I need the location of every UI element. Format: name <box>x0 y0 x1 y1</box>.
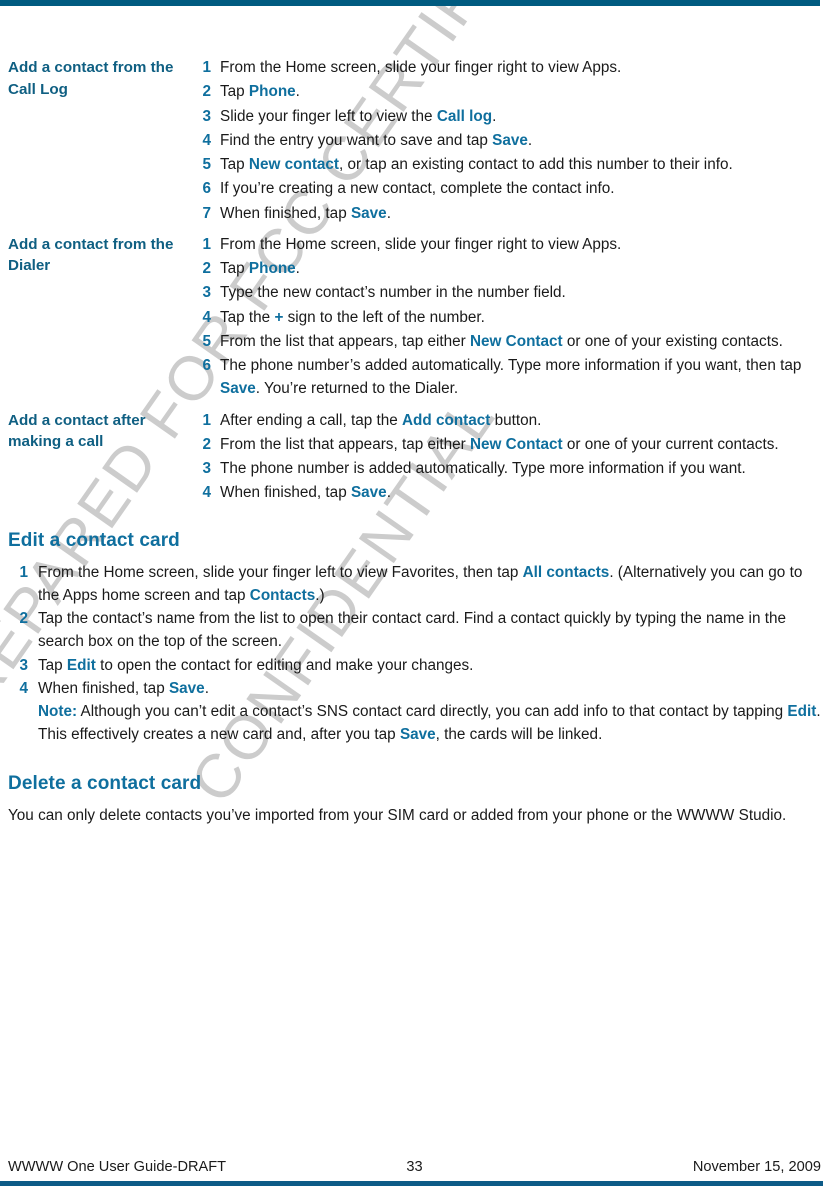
step-item: 5 Tap New contact, or tap an existing con… <box>194 153 823 176</box>
step-number: 1 <box>202 59 211 76</box>
section-paragraph: You can only delete contacts you’ve impo… <box>8 806 787 824</box>
section-edit-a-contact-card: Edit a contact card 1 From the Home scree… <box>8 530 823 747</box>
step-text: Find the entry you want to save and tap … <box>220 131 533 149</box>
step-item: 5 From the list that appears, tap either … <box>194 330 823 353</box>
step-number: 6 <box>202 357 211 374</box>
step-number: 4 <box>19 679 28 697</box>
step-item: 1 From the Home screen, slide your finger… <box>194 56 823 79</box>
page-top-rule <box>0 0 820 6</box>
procedure-blocks: Add a contact from the Call Log 1 From the… <box>8 56 823 506</box>
page-content: Add a contact from the Call Log 1 From the… <box>8 56 823 827</box>
step-list: 1 From the Home screen, slide your finger… <box>194 233 823 401</box>
procedure-block-label: Add a contact after making a call <box>8 411 146 451</box>
step-text: Tap the contact’s name from the list to … <box>38 610 786 651</box>
step-item: 7 When finished, tap Save. <box>194 202 823 225</box>
step-item: 4 When finished, tap Save. Note: Although … <box>8 677 823 747</box>
step-text: From the Home screen, slide your finger … <box>220 59 622 76</box>
page-body: Add a contact from the Call Log 1 From the… <box>0 0 829 1189</box>
step-text: Tap Phone. <box>220 83 300 101</box>
step-list: 1 From the Home screen, slide your finger… <box>194 56 823 225</box>
procedure-block-steps: 1 After ending a call, tap the Add contac… <box>190 409 823 506</box>
step-item: 2 Tap Phone. <box>194 257 823 280</box>
procedure-block-label: Add a contact from the Call Log <box>8 59 174 98</box>
step-number: 2 <box>202 83 211 101</box>
step-number: 4 <box>202 308 211 326</box>
step-number: 2 <box>19 610 28 627</box>
step-text: The phone number’s added automatically. … <box>220 357 802 398</box>
procedure-block: Add a contact from the Dialer 1 From the H… <box>8 233 823 402</box>
step-text: When finished, tap Save. <box>220 204 391 222</box>
step-number: 6 <box>202 180 211 198</box>
step-item: 1 After ending a call, tap the Add contac… <box>194 409 823 432</box>
section-steps: 1 From the Home screen, slide your finger… <box>8 561 823 747</box>
footer-page-number: 33 <box>406 1159 423 1175</box>
step-text: Tap Edit to open the contact for editing… <box>38 656 474 674</box>
step-number: 3 <box>202 107 211 125</box>
step-item: 4 Tap the + sign to the left of the numbe… <box>194 306 823 329</box>
step-item: 6 If you’re creating a new contact, compl… <box>194 177 823 200</box>
procedure-block-label: Add a contact from the Dialer <box>8 235 174 275</box>
procedure-block: Add a contact from the Call Log 1 From the… <box>8 56 823 226</box>
step-text: When finished, tap Save. Note: Although y… <box>38 679 821 744</box>
step-number: 2 <box>202 260 211 277</box>
step-number: 7 <box>202 204 211 222</box>
step-text: From the Home screen, slide your finger … <box>220 235 622 253</box>
procedure-block-steps: 1 From the Home screen, slide your finger… <box>190 233 823 402</box>
step-number: 1 <box>202 235 211 253</box>
step-item: 3 Tap Edit to open the contact for editin… <box>8 654 823 677</box>
step-text: From the Home screen, slide your finger … <box>38 563 803 604</box>
step-text: When finished, tap Save. <box>220 484 391 502</box>
step-item: 3 The phone number is added automatically… <box>194 457 823 480</box>
section-delete-a-contact-card: Delete a contact card You can only delet… <box>8 773 823 827</box>
step-text: If you’re creating a new contact, comple… <box>220 180 615 198</box>
step-number: 3 <box>19 656 28 674</box>
step-item: 2 From the list that appears, tap either … <box>194 433 823 456</box>
step-item: 4 When finished, tap Save. <box>194 481 823 504</box>
step-item: 2 Tap Phone. <box>194 80 823 103</box>
step-text: Tap New contact, or tap an existing cont… <box>220 156 733 173</box>
step-item: 3 Type the new contact’s number in the nu… <box>194 281 823 304</box>
section-heading: Edit a contact card <box>8 529 180 551</box>
step-text: Type the new contact’s number in the num… <box>220 284 566 302</box>
step-number: 2 <box>202 435 211 453</box>
page-bottom-rule <box>0 1181 823 1186</box>
procedure-block-steps: 1 From the Home screen, slide your finger… <box>190 56 823 226</box>
step-number: 4 <box>202 131 211 149</box>
step-item: 6 The phone number’s added automatically.… <box>194 354 823 401</box>
step-text: Tap Phone. <box>220 260 300 277</box>
step-list: 1 After ending a call, tap the Add contac… <box>194 409 823 505</box>
step-text: From the list that appears, tap either N… <box>220 332 783 350</box>
page-footer: WWWW One User Guide-DRAFT 33 November 15… <box>8 1159 821 1175</box>
step-text: Tap the + sign to the left of the number… <box>220 308 485 326</box>
step-number: 3 <box>202 460 211 477</box>
step-item: 1 From the Home screen, slide your finger… <box>8 561 823 608</box>
procedure-block: Add a contact after making a call 1 After … <box>8 409 823 506</box>
step-number: 1 <box>19 563 28 581</box>
step-number: 5 <box>202 156 211 173</box>
step-number: 5 <box>202 332 211 350</box>
step-text: Slide your finger left to view the Call … <box>220 107 497 125</box>
step-text: From the list that appears, tap either N… <box>220 435 779 453</box>
step-item: 1 From the Home screen, slide your finger… <box>194 233 823 256</box>
step-number: 3 <box>202 284 211 302</box>
step-item: 4 Find the entry you want to save and tap… <box>194 129 823 152</box>
step-item: 2 Tap the contact’s name from the list to… <box>8 607 823 654</box>
step-text: After ending a call, tap the Add contact… <box>220 411 542 429</box>
step-text: The phone number is added automatically.… <box>220 460 746 477</box>
section-heading: Delete a contact card <box>8 772 202 794</box>
step-item: 3 Slide your finger left to view the Call… <box>194 105 823 128</box>
step-number: 4 <box>202 484 211 502</box>
step-number: 1 <box>202 411 211 429</box>
